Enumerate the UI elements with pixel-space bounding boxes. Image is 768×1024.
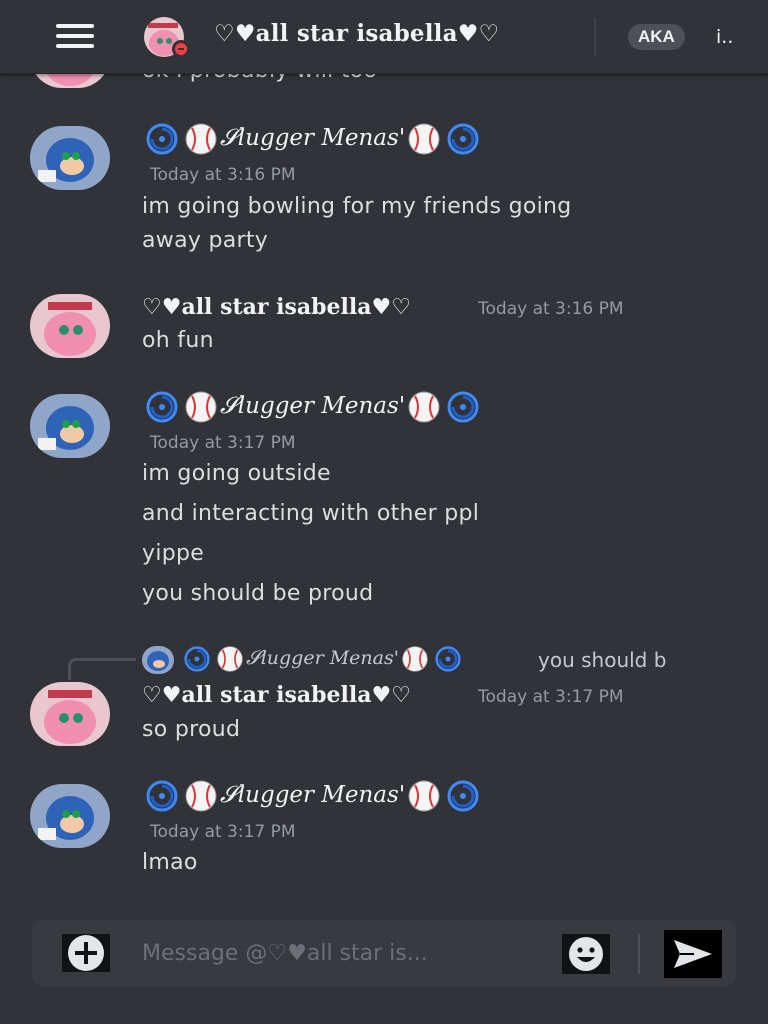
do-not-disturb-icon bbox=[172, 40, 190, 58]
avatar-menas[interactable] bbox=[30, 394, 110, 458]
cyclone-icon bbox=[146, 123, 178, 155]
message-timestamp: Today at 3:17 PM bbox=[150, 822, 296, 842]
message-text: oh fun bbox=[142, 328, 214, 353]
avatar-menas[interactable] bbox=[30, 784, 110, 848]
cyclone-icon bbox=[447, 123, 479, 155]
cyclone-icon bbox=[184, 646, 210, 672]
hamburger-icon[interactable] bbox=[56, 24, 94, 50]
cyclone-icon bbox=[146, 391, 178, 423]
baseball-icon bbox=[408, 391, 440, 423]
message-text: away party bbox=[142, 228, 269, 253]
bottom-bar bbox=[0, 1000, 768, 1024]
message-text: lmao bbox=[142, 850, 198, 875]
avatar-isabella[interactable] bbox=[30, 294, 110, 358]
composer-divider bbox=[638, 934, 640, 974]
message-author[interactable]: 𝓢lugger Menas' bbox=[142, 779, 483, 813]
smiley-icon[interactable] bbox=[562, 934, 610, 974]
avatar-isabella[interactable] bbox=[30, 682, 110, 746]
message-author[interactable]: 𝓢lugger Menas' bbox=[142, 122, 483, 156]
aka-badge[interactable]: AKA bbox=[628, 24, 685, 50]
author-name[interactable]: ♡♥all star isabella♥♡ bbox=[142, 294, 411, 320]
message-timestamp: Today at 3:17 PM bbox=[150, 433, 296, 453]
message-text: im going bowling for my friends going bbox=[142, 194, 572, 219]
baseball-icon bbox=[185, 391, 217, 423]
header-divider bbox=[594, 18, 596, 56]
cyclone-icon bbox=[447, 391, 479, 423]
reply-avatar[interactable] bbox=[142, 646, 174, 674]
message-text: im going outside bbox=[142, 461, 331, 486]
message-composer bbox=[32, 920, 736, 986]
author-name[interactable]: ♡♥all star isabella♥♡ bbox=[142, 682, 411, 708]
baseball-icon bbox=[408, 123, 440, 155]
baseball-icon bbox=[185, 123, 217, 155]
message-author[interactable]: 𝓢lugger Menas' bbox=[142, 390, 483, 424]
reply-connector bbox=[68, 658, 136, 680]
baseball-icon bbox=[217, 646, 243, 672]
baseball-icon bbox=[408, 780, 440, 812]
message-text: and interacting with other ppl bbox=[142, 501, 480, 526]
message-input[interactable] bbox=[142, 932, 542, 974]
message-timestamp: Today at 3:16 PM bbox=[478, 299, 624, 319]
dm-chat-screen: ok i probably will too ♡♥all star isabel… bbox=[0, 0, 768, 1024]
aka-name[interactable]: i.. bbox=[716, 24, 733, 50]
author-name: 𝓢lugger Menas' bbox=[220, 125, 406, 151]
baseball-icon bbox=[185, 780, 217, 812]
message-text: you should be proud bbox=[142, 581, 374, 606]
message-text: so proud bbox=[142, 717, 241, 742]
cyclone-icon bbox=[146, 780, 178, 812]
cyclone-icon bbox=[435, 646, 461, 672]
message-timestamp: Today at 3:17 PM bbox=[478, 687, 624, 707]
chat-header: ♡♥all star isabella♥♡ AKA i.. bbox=[0, 0, 768, 74]
author-name: 𝓢lugger Menas' bbox=[246, 647, 399, 669]
message-timestamp: Today at 3:16 PM bbox=[150, 165, 296, 185]
message-text: yippe bbox=[142, 541, 205, 566]
reply-preview[interactable]: you should b bbox=[538, 648, 678, 672]
author-name: 𝓢lugger Menas' bbox=[220, 782, 406, 808]
cyclone-icon bbox=[447, 780, 479, 812]
header-avatar[interactable] bbox=[142, 17, 190, 58]
plus-circle-icon[interactable] bbox=[62, 934, 110, 972]
author-name: 𝓢lugger Menas' bbox=[220, 393, 406, 419]
header-title[interactable]: ♡♥all star isabella♥♡ bbox=[214, 20, 499, 47]
avatar-menas[interactable] bbox=[30, 126, 110, 190]
send-arrow-icon[interactable] bbox=[664, 930, 722, 978]
reply-author[interactable]: 𝓢lugger Menas' bbox=[180, 645, 465, 673]
baseball-icon bbox=[402, 646, 428, 672]
